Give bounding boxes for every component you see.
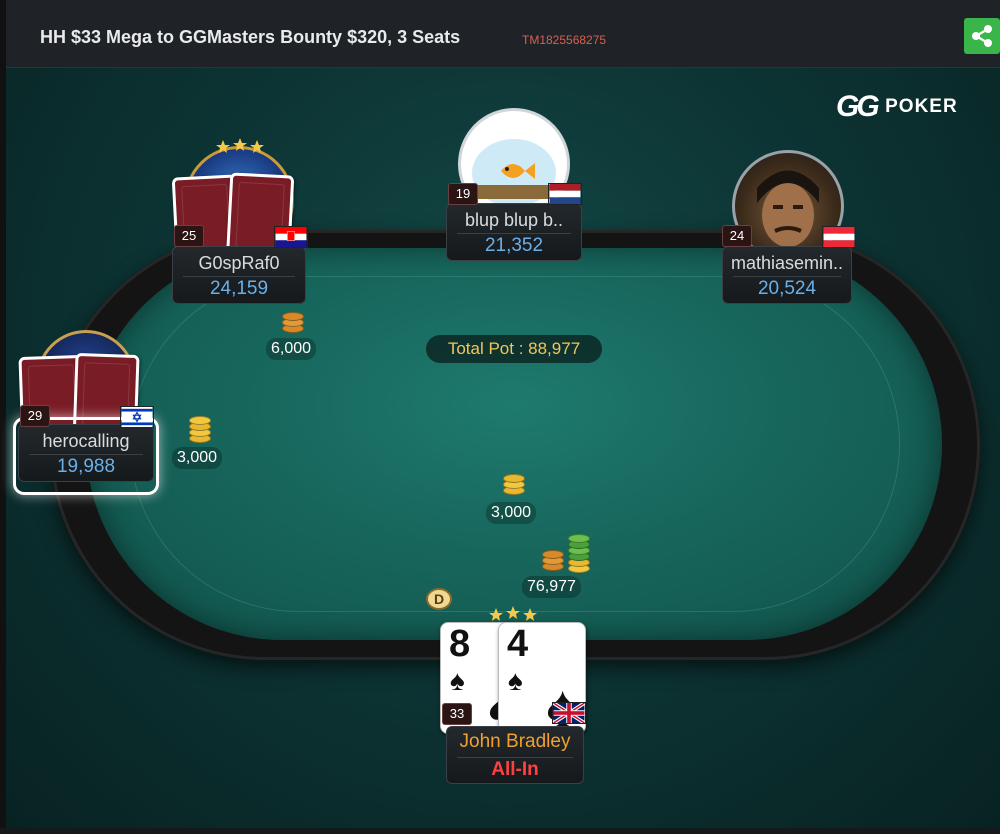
card-rank: 8 — [449, 623, 471, 665]
plate-divider — [457, 233, 571, 234]
bottom-frame — [0, 828, 1000, 834]
player-level: 19 — [448, 183, 478, 205]
player-name: herocalling — [42, 431, 130, 451]
bet-amount: 3,000 — [172, 447, 223, 469]
player-plate: mathiasemin.. 20,524 — [722, 246, 852, 304]
bet-amount: 6,000 — [266, 338, 317, 360]
player-stack: 20,524 — [757, 278, 817, 299]
bet-amount: 76,977 — [522, 576, 581, 598]
plate-divider — [29, 454, 143, 455]
player-plate: blup blup b.. 21,352 — [446, 203, 582, 261]
croatia-flag-icon — [274, 226, 308, 248]
player-name: John Bradley — [459, 731, 571, 752]
total-pot: Total Pot : 88,977 — [426, 335, 602, 363]
player-plate: G0spRaf0 24,159 — [172, 246, 306, 304]
player-stack: 21,352 — [484, 235, 544, 256]
netherlands-flag-icon — [548, 183, 582, 205]
chip — [189, 416, 211, 425]
player-level: 29 — [20, 405, 50, 427]
player-status: All-In — [491, 759, 539, 780]
plate-divider — [733, 276, 841, 277]
chip — [542, 550, 564, 559]
logo-poker: POKER — [885, 96, 958, 117]
bet-amount: 3,000 — [486, 502, 537, 524]
chip — [503, 474, 525, 483]
logo-gg: GG — [836, 90, 880, 123]
player-plate: herocalling 19,988 — [18, 424, 154, 482]
dealer-button: D — [426, 588, 452, 610]
spade-icon: ♠ — [450, 665, 465, 696]
player-plate: John Bradley All-In — [446, 726, 584, 784]
rank-stars-icon — [489, 606, 537, 621]
plate-divider — [457, 757, 573, 758]
plate-divider — [183, 276, 295, 277]
rank-stars-icon — [216, 138, 264, 153]
share-button[interactable] — [964, 18, 1000, 54]
share-icon — [972, 25, 992, 47]
player-stack: 19,988 — [56, 456, 116, 477]
austria-flag-icon — [822, 226, 856, 248]
chip — [568, 534, 590, 543]
player-level: 33 — [442, 703, 472, 725]
hand-history-title: HH $33 Mega to GGMasters Bounty $320, 3 … — [40, 27, 461, 47]
tournament-id: TM1825568275 — [522, 33, 607, 47]
player-name: G0spRaf0 — [198, 253, 280, 273]
player-name: mathiasemin.. — [730, 253, 844, 273]
player-level: 25 — [174, 225, 204, 247]
chip — [282, 312, 304, 321]
ggpoker-logo: GG POKER — [836, 90, 1000, 126]
spade-icon: ♠ — [508, 665, 523, 696]
united-kingdom-flag-icon — [552, 702, 586, 724]
header-bar: HH $33 Mega to GGMasters Bounty $320, 3 … — [0, 0, 1000, 68]
player-stack: 24,159 — [209, 278, 269, 299]
player-name: blup blup b.. — [464, 210, 564, 230]
card-rank: 4 — [507, 623, 529, 665]
israel-flag-icon — [120, 406, 154, 428]
table-betting-line — [130, 276, 900, 612]
player-level: 24 — [722, 225, 752, 247]
